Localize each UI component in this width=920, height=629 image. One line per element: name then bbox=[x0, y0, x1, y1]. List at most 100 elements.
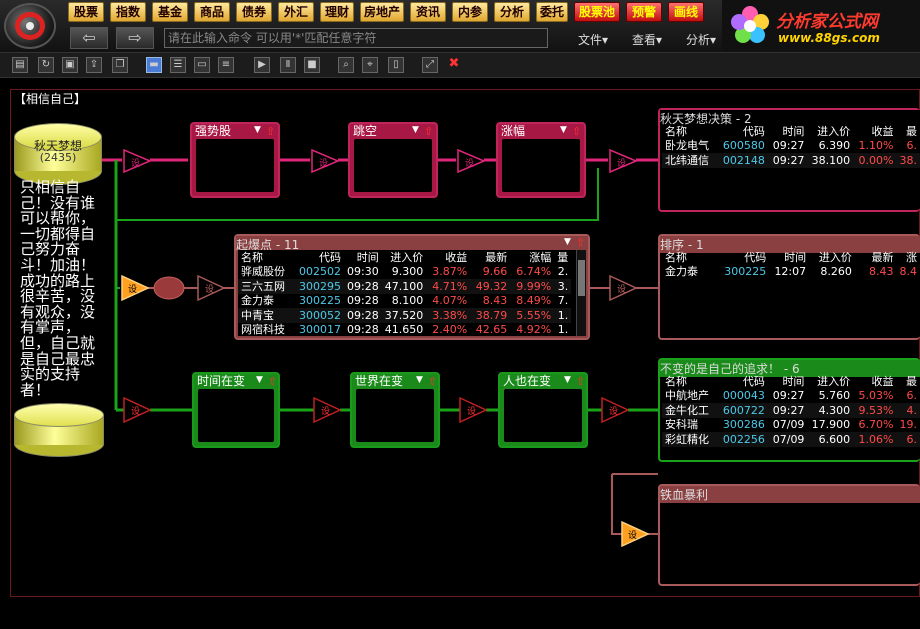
up-arrow-icon[interactable]: ⇧ bbox=[268, 375, 277, 388]
panel-scrollbar[interactable] bbox=[576, 250, 586, 336]
column-header[interactable]: 代码 bbox=[721, 250, 769, 265]
up-arrow-icon[interactable]: ⇧ bbox=[428, 375, 437, 388]
column-header[interactable]: 时间 bbox=[768, 374, 808, 389]
result-table[interactable]: 名称 代码 时间 进入价 收益最卧龙电气 600580 09:27 6.390 1.10% 6. 北… bbox=[662, 124, 920, 168]
result-table[interactable]: 名称 代码 时间 进入价 收益最中航地产 000043 09:27 5.760 5.03% 6. 金… bbox=[662, 374, 920, 447]
table-cell: 8.4 bbox=[899, 265, 918, 279]
column-header[interactable]: 名称 bbox=[662, 124, 720, 139]
table-row[interactable]: 中航地产 000043 09:27 5.760 5.03% 6. bbox=[662, 389, 920, 404]
column-header[interactable]: 名称 bbox=[238, 250, 296, 265]
filter-box[interactable]: 强势股 ▼ ⇧ bbox=[190, 122, 280, 198]
column-header[interactable]: 最 bbox=[896, 374, 920, 389]
table-cell: 19. bbox=[899, 418, 918, 432]
filter-box[interactable]: 世界在变 ▼ ⇧ bbox=[350, 372, 440, 448]
column-header[interactable]: 最新 bbox=[855, 250, 897, 265]
table-cell: 6. bbox=[906, 432, 918, 446]
column-header[interactable]: 收益 bbox=[853, 124, 896, 139]
dropdown-icon[interactable]: ▼ bbox=[254, 125, 261, 135]
filter-box[interactable]: 时间在变 ▼ ⇧ bbox=[192, 372, 280, 448]
filter-box[interactable]: 跳空 ▼ ⇧ bbox=[348, 122, 438, 198]
column-header[interactable]: 代码 bbox=[720, 124, 768, 139]
column-header[interactable]: 时间 bbox=[768, 124, 808, 139]
table-cell: 1.06% bbox=[858, 432, 894, 446]
table-cell: 09:28 bbox=[347, 294, 379, 308]
result-panel-p5[interactable]: 铁血暴利 bbox=[658, 484, 920, 586]
table-cell: 000043 bbox=[722, 389, 765, 403]
column-header[interactable]: 涨 bbox=[896, 250, 920, 265]
column-header[interactable]: 名称 bbox=[662, 374, 720, 389]
table-row[interactable]: 金力泰 300225 12:07 8.260 8.43 8.4 bbox=[662, 265, 920, 280]
filter-title: 时间在变 bbox=[197, 374, 246, 388]
column-header[interactable]: 代码 bbox=[296, 250, 344, 265]
table-row[interactable]: 安科瑞 300286 07/09 17.900 6.70% 19. bbox=[662, 418, 920, 433]
node-label: 设 bbox=[609, 407, 619, 417]
scrollbar-thumb[interactable] bbox=[578, 260, 585, 296]
column-header[interactable]: 代码 bbox=[720, 374, 768, 389]
table-cell: 41.650 bbox=[384, 323, 424, 337]
table-cell: 骅威股份 bbox=[241, 265, 285, 279]
column-header[interactable]: 量 bbox=[554, 250, 571, 265]
table-row[interactable]: 中青宝 300052 09:28 37.520 3.38% 38.79 5.55% 1. bbox=[238, 308, 572, 323]
table-cell: 8.43 bbox=[868, 265, 894, 279]
node-label: 设 bbox=[131, 159, 141, 169]
table-cell: 09:28 bbox=[347, 279, 379, 293]
column-header[interactable]: 进入价 bbox=[807, 374, 853, 389]
table-cell: 彩虹精化 bbox=[665, 432, 709, 446]
table-cell: 8.43 bbox=[482, 294, 508, 308]
table-row[interactable]: 卧龙电气 600580 09:27 6.390 1.10% 6. bbox=[662, 139, 920, 154]
table-cell: 安科瑞 bbox=[665, 418, 698, 432]
table-cell: 002256 bbox=[722, 432, 765, 446]
table-cell: 002502 bbox=[299, 265, 341, 279]
result-table[interactable]: 名称 代码 时间 进入价 最新涨金力泰 300225 12:07 8.260 8.43 8.4 bbox=[662, 250, 920, 279]
table-cell: 5.760 bbox=[818, 389, 851, 403]
up-arrow-icon[interactable]: ⇧ bbox=[572, 125, 581, 138]
table-cell: 7. bbox=[557, 294, 569, 308]
dropdown-icon[interactable]: ▼ bbox=[256, 375, 263, 385]
table-row[interactable]: 金力泰 300225 09:28 8.100 4.07% 8.43 8.49% 7. bbox=[238, 294, 571, 309]
dropdown-icon[interactable]: ▼ bbox=[416, 375, 423, 385]
dropdown-icon[interactable]: ▼ bbox=[412, 125, 419, 135]
column-header[interactable]: 收益 bbox=[426, 250, 470, 265]
table-cell: 6.390 bbox=[818, 139, 851, 153]
table-cell: 3. bbox=[557, 279, 569, 293]
column-header[interactable]: 进入价 bbox=[809, 250, 855, 265]
table-cell: 金力泰 bbox=[665, 265, 698, 279]
table-cell: 1.10% bbox=[858, 139, 894, 153]
table-cell: 2.40% bbox=[432, 323, 468, 337]
result-panel-p1[interactable]: 秋天梦想决策 - 2 名称 代码 时间 进入价 收益最卧龙电气 600580 09:27 6.… bbox=[658, 108, 920, 212]
dropdown-icon[interactable]: ▼ bbox=[564, 237, 571, 247]
table-row[interactable]: 彩虹精化 002256 07/09 6.600 1.06% 6. bbox=[662, 432, 920, 447]
column-header[interactable]: 最 bbox=[896, 124, 920, 139]
column-header[interactable]: 收益 bbox=[853, 374, 896, 389]
table-row[interactable]: 三六五网 300295 09:28 47.100 4.71% 49.32 9.99% 3. bbox=[238, 279, 572, 294]
table-cell: 6. bbox=[906, 139, 918, 153]
result-table[interactable]: 名称 代码 时间 进入价 收益 最新 涨幅量骅威股份 002502 09:30 9.300 3.87… bbox=[238, 250, 572, 338]
column-header[interactable]: 最新 bbox=[470, 250, 510, 265]
up-arrow-icon[interactable]: ⇧ bbox=[576, 236, 585, 249]
dropdown-icon[interactable]: ▼ bbox=[564, 375, 571, 385]
table-cell: 9.300 bbox=[391, 265, 424, 279]
table-row[interactable]: 骅威股份 002502 09:30 9.300 3.87% 9.66 6.74% 2. bbox=[238, 265, 571, 280]
column-header[interactable]: 进入价 bbox=[807, 124, 853, 139]
table-row[interactable]: 网宿科技 300017 09:28 41.650 2.40% 42.65 4.92% 1. bbox=[238, 323, 571, 338]
filter-box[interactable]: 涨幅 ▼ ⇧ bbox=[496, 122, 586, 198]
result-panel-p3[interactable]: 排序 - 1 名称 代码 时间 进入价 最新涨金力泰 300225 12:07 8.260 8.… bbox=[658, 234, 920, 340]
table-row[interactable]: 金牛化工 600722 09:27 4.300 9.53% 4. bbox=[662, 403, 920, 418]
up-arrow-icon[interactable]: ⇧ bbox=[576, 375, 585, 388]
column-header[interactable]: 时间 bbox=[769, 250, 809, 265]
table-cell: 4.71% bbox=[432, 279, 468, 293]
table-cell: 5.03% bbox=[858, 389, 894, 403]
column-header[interactable]: 涨幅 bbox=[510, 250, 554, 265]
result-panel-p4[interactable]: 不变的是自己的追求！ - 6 名称 代码 时间 进入价 收益最中航地产 000043 09:… bbox=[658, 358, 920, 462]
filter-box[interactable]: 人也在变 ▼ ⇧ bbox=[498, 372, 588, 448]
dropdown-icon[interactable]: ▼ bbox=[560, 125, 567, 135]
result-panel-p2[interactable]: 起爆点 - 11 ▼ ⇧ 名称 代码 时间 进入价 收益 最新 涨幅量骅威股份 002502 0… bbox=[234, 234, 590, 340]
up-arrow-icon[interactable]: ⇧ bbox=[266, 125, 275, 138]
up-arrow-icon[interactable]: ⇧ bbox=[424, 125, 433, 138]
table-cell: 38.100 bbox=[811, 153, 851, 167]
node-ellipse-icon[interactable] bbox=[153, 276, 185, 300]
column-header[interactable]: 时间 bbox=[344, 250, 382, 265]
column-header[interactable]: 进入价 bbox=[382, 250, 427, 265]
table-row[interactable]: 北纬通信 002148 09:27 38.100 0.00% 38. bbox=[662, 153, 920, 168]
column-header[interactable]: 名称 bbox=[662, 250, 721, 265]
